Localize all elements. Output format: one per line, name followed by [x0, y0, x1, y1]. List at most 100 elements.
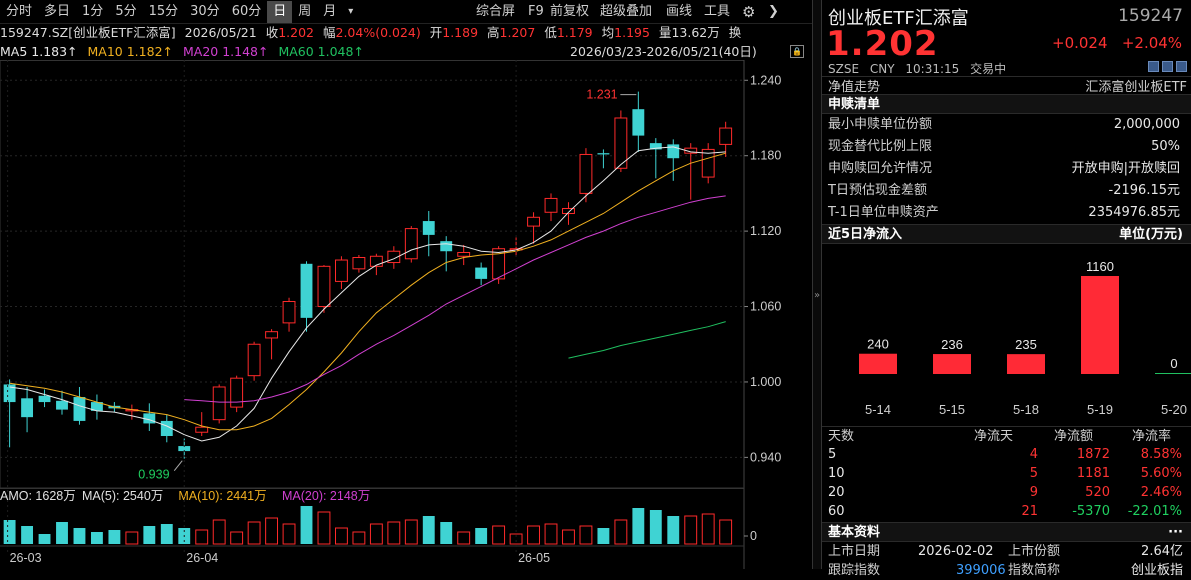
candle-body — [56, 400, 68, 410]
period-tab-60min[interactable]: 60分 — [226, 1, 268, 23]
period-tab-1min[interactable]: 1分 — [76, 1, 109, 23]
tools-button[interactable]: 工具 — [704, 0, 730, 24]
avg-value: 1.195 — [614, 25, 650, 40]
sub-row-value: 50% — [1151, 139, 1180, 154]
sub-row-value: 2354976.85元 — [1088, 205, 1180, 220]
composite-screen-button[interactable]: 综合屏 — [476, 0, 515, 24]
volume-bar — [300, 506, 313, 544]
period-tab-15min[interactable]: 15分 — [143, 1, 185, 23]
volume-bar — [475, 528, 488, 544]
volume-bar — [701, 513, 715, 545]
flow-table-row: 10 5 1181 5.60% — [822, 464, 1191, 483]
candle-body — [212, 386, 226, 421]
super-overlay-button[interactable]: 超级叠加 — [600, 0, 652, 24]
gear-icon[interactable]: ⚙ — [742, 0, 755, 24]
candle-body — [21, 398, 34, 418]
kline-panel: 分时 多日 1分 5分 15分 30分 60分 日 周 月 ▾ 综合屏 F9 前… — [0, 0, 812, 569]
period-tab-multiday[interactable]: 多日 — [38, 1, 76, 23]
volume-bar — [143, 526, 156, 544]
basic-value[interactable]: 399006 — [956, 561, 1006, 580]
subscription-list-header: 申赎清单 — [822, 94, 1191, 114]
price-change-pct: +2.04% — [1121, 34, 1183, 52]
candle — [90, 394, 103, 420]
period-tab-day[interactable]: 日 — [267, 0, 293, 23]
ma5-legend: MA5 1.183↑ — [0, 44, 78, 59]
y-tick-label: 1.180 — [750, 149, 781, 163]
period-tab-week[interactable]: 周 — [292, 1, 317, 23]
lock-icon[interactable]: 🔒 — [790, 45, 804, 58]
inflow-bar — [1155, 373, 1191, 374]
volume-bar — [614, 519, 628, 545]
inflow-bar — [1081, 276, 1119, 374]
turnover-label: 换 — [728, 25, 742, 40]
period-tab-30min[interactable]: 30分 — [184, 1, 226, 23]
volume-bar — [247, 521, 261, 545]
minus-icon[interactable] — [1162, 61, 1173, 72]
f9-button[interactable]: F9 — [528, 0, 544, 24]
candle — [334, 256, 348, 289]
basic-row: 上市日期 2026-02-02 上市份额 2.64亿 — [822, 542, 1191, 561]
candle — [544, 193, 558, 222]
volume-bar — [579, 525, 593, 545]
volume-bar — [492, 525, 506, 545]
cell-inflow-days: 21 — [1021, 504, 1038, 519]
trading-status: 交易中 — [970, 62, 1007, 76]
draw-line-button[interactable]: 画线 — [666, 0, 692, 24]
volume-bar — [90, 532, 103, 544]
quote-panel: 创业板ETF汇添富 159247 1.202 +0.024 +2.04% SZS… — [822, 0, 1191, 578]
inflow-date-label: 5-15 — [939, 402, 965, 417]
candle-body — [195, 426, 209, 433]
cell-inflow-rate: 8.58% — [1140, 447, 1182, 462]
candle-body — [352, 257, 366, 270]
candle — [667, 139, 680, 181]
ma60-line — [568, 321, 726, 359]
volume-bar — [334, 527, 348, 545]
period-tab-month[interactable]: 月 — [317, 1, 342, 23]
candle — [143, 403, 156, 431]
ma10-line — [9, 152, 726, 431]
candle-body — [475, 267, 488, 279]
col-days: 天数 — [828, 429, 855, 444]
cell-days: 60 — [828, 504, 845, 519]
candle-body — [317, 265, 331, 308]
flow-table-header: 天数 净流天 净流额 净流率 — [822, 426, 1191, 445]
period-tab-5min[interactable]: 5分 — [109, 1, 142, 23]
panel-splitter[interactable]: » — [812, 0, 822, 569]
plus-icon[interactable] — [1176, 61, 1187, 72]
date-label: 2026/05/21 — [184, 25, 257, 40]
volume-bar — [562, 529, 575, 545]
cell-inflow-days: 5 — [1029, 466, 1038, 481]
candle-body — [230, 377, 244, 408]
high-value: 1.207 — [499, 25, 536, 40]
net-inflow-title: 近5日净流入 — [828, 227, 903, 242]
ma20-line — [184, 195, 726, 403]
candle — [475, 262, 488, 286]
candle — [300, 261, 313, 332]
candle — [404, 226, 418, 263]
volume-value: 13.62万 — [671, 25, 720, 40]
basic-value: 2026-02-02 — [918, 544, 994, 559]
amo-ma10-legend: MA(10): 2441万 — [178, 489, 266, 503]
period-tab-intraday[interactable]: 分时 — [0, 1, 38, 23]
candle — [56, 390, 68, 415]
col-inflow-amount: 净流额 — [1054, 429, 1094, 444]
candle-body — [719, 127, 733, 145]
high-label: 1.231 — [586, 88, 617, 102]
candle-body — [265, 331, 279, 339]
basic-info-header: 基本资料 ··· — [822, 522, 1191, 542]
range-label: 幅 — [322, 25, 336, 40]
candle-body — [404, 228, 418, 260]
inflow-bar — [933, 354, 971, 374]
candle-body — [579, 153, 593, 194]
chevron-right-icon[interactable]: ❯ — [768, 0, 779, 24]
period-more-dropdown[interactable]: ▾ — [342, 1, 359, 23]
candlestick-chart[interactable]: 1.240 1.180 1.120 1.060 1.000 0.940 1.231 0.939… — [0, 60, 812, 569]
collapse-icon[interactable]: » — [814, 290, 820, 301]
edit-icon[interactable] — [1148, 61, 1159, 72]
more-icon[interactable]: ··· — [1168, 523, 1183, 543]
last-price: 1.202 — [826, 24, 939, 64]
candle-body — [440, 241, 453, 252]
security-code: 159247 — [1118, 6, 1183, 26]
exchange-label: SZSE — [828, 62, 860, 76]
forward-adjust-button[interactable]: 前复权 — [550, 0, 589, 24]
